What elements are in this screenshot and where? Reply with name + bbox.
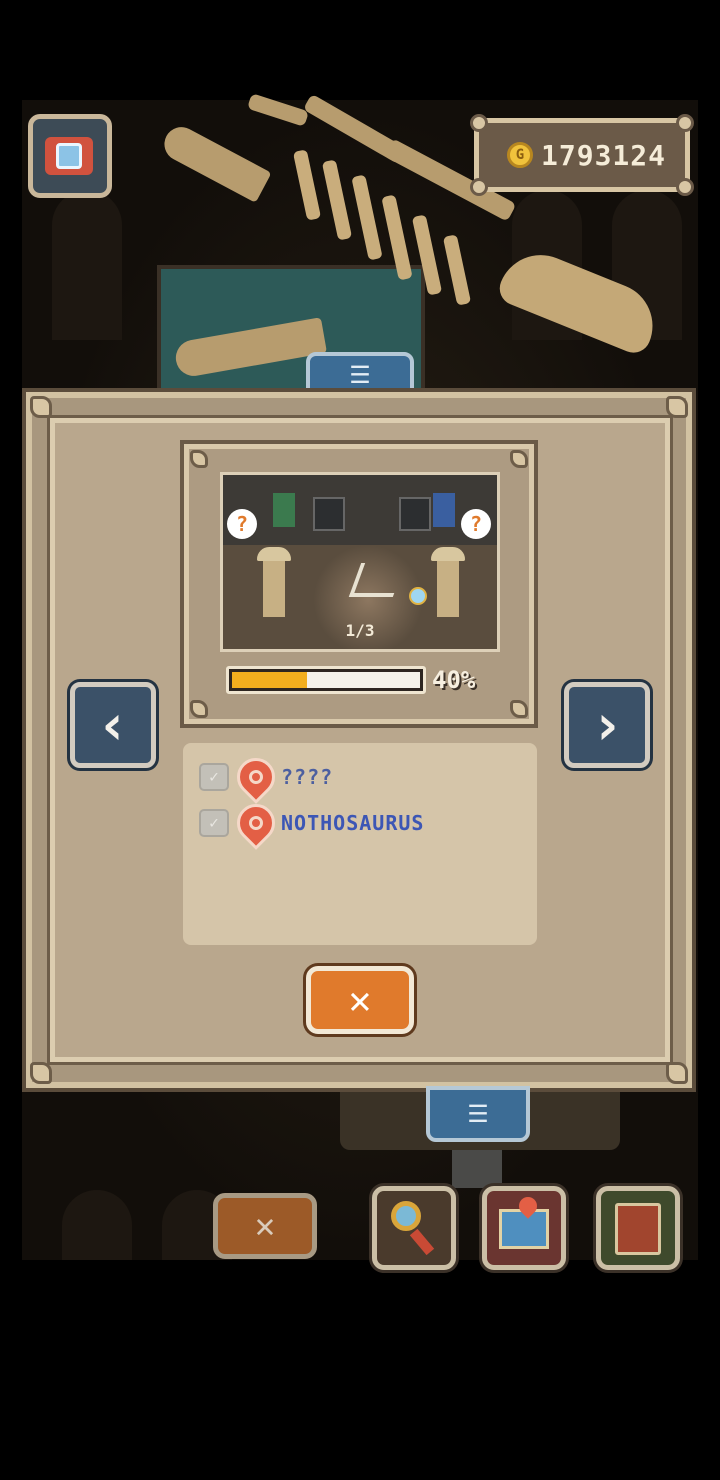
cancel-button[interactable]: ✕: [213, 1193, 317, 1259]
item-label: ????: [281, 765, 334, 789]
coin-counter: G 1793124: [474, 118, 690, 192]
fossil-list: ✓ ???? ✓ NOTHOSAURUS: [183, 743, 537, 945]
frame-ornament: [510, 450, 528, 468]
book-icon: [615, 1203, 661, 1255]
menu-tab-bottom[interactable]: ☰: [426, 1086, 530, 1142]
camera-button[interactable]: [28, 114, 112, 198]
next-button[interactable]: ›: [564, 682, 650, 768]
pillar: [62, 1190, 132, 1260]
chevron-left-icon: ‹: [96, 692, 130, 758]
story-illustration: ? ? 1/3: [220, 472, 500, 652]
list-icon: ☰: [467, 1100, 489, 1128]
frame-ornament: [676, 178, 694, 196]
map-button[interactable]: [482, 1186, 566, 1270]
fossil-skeleton: [0, 0, 720, 400]
explorer-hat: [257, 547, 291, 561]
bookshelf: [273, 493, 295, 527]
plaque: [452, 1150, 502, 1188]
rib-bone: [381, 194, 413, 281]
frame-ornament: [510, 700, 528, 718]
magnifier-icon: [391, 1201, 421, 1231]
journal-button[interactable]: [596, 1186, 680, 1270]
close-icon: ✕: [254, 1206, 276, 1246]
frame-ornament: [666, 396, 688, 418]
map-pin-icon: [229, 750, 283, 804]
bookshelf: [433, 493, 455, 527]
monitor: [313, 497, 345, 531]
coin-amount: 1793124: [541, 138, 667, 172]
magnifier-handle: [409, 1228, 435, 1256]
progress-label: 40%: [432, 666, 476, 694]
explorer-hat: [431, 547, 465, 561]
close-icon: ✕: [348, 978, 372, 1022]
explorer-character: [263, 561, 285, 617]
chevron-right-icon: ›: [590, 692, 624, 758]
progress-bar: [226, 666, 426, 694]
previous-button[interactable]: ‹: [70, 682, 156, 768]
monitor: [399, 497, 431, 531]
question-bubble-right: ?: [461, 509, 491, 539]
map-pin-icon: [229, 796, 283, 850]
camera-lens: [56, 143, 82, 169]
tail-bone: [246, 93, 310, 127]
lab-wall: [223, 475, 497, 545]
checkbox[interactable]: ✓: [199, 809, 229, 837]
flipper-bone: [158, 121, 272, 203]
frame-ornament: [30, 396, 52, 418]
list-icon: ☰: [349, 361, 371, 389]
explorer-character: [437, 561, 459, 617]
flipper-bone: [173, 317, 327, 379]
progress-fill: [232, 672, 308, 688]
item-label: NOTHOSAURUS: [281, 811, 425, 835]
rib-bone: [442, 234, 472, 306]
skull-bone: [494, 242, 666, 358]
coin-icon: G: [507, 142, 533, 168]
frame-ornament: [666, 1062, 688, 1084]
list-item[interactable]: ✓ NOTHOSAURUS: [199, 796, 425, 850]
frame-ornament: [676, 114, 694, 132]
checkbox[interactable]: ✓: [199, 763, 229, 791]
rib-bone: [321, 159, 353, 241]
search-button[interactable]: [372, 1186, 456, 1270]
rib-bone: [351, 174, 383, 261]
list-item[interactable]: ✓ ????: [199, 750, 334, 804]
progress-track: [232, 672, 420, 688]
rib-bone: [292, 149, 322, 221]
frame-ornament: [30, 1062, 52, 1084]
frame-ornament: [470, 114, 488, 132]
rib-bone: [411, 214, 443, 296]
page-indicator: 1/3: [345, 621, 375, 640]
frame-ornament: [190, 700, 208, 718]
question-bubble-left: ?: [227, 509, 257, 539]
frame-ornament: [470, 178, 488, 196]
magnifier-icon: [409, 587, 427, 605]
close-button[interactable]: ✕: [306, 966, 414, 1034]
frame-ornament: [190, 450, 208, 468]
